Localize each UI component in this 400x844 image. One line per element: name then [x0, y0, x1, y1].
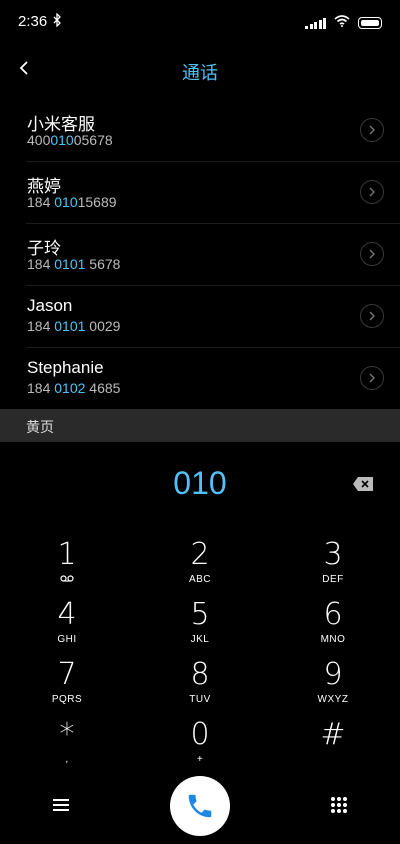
contact-number: 40001005678 [27, 132, 113, 148]
signal-icon [305, 17, 326, 29]
contact-number: 184 0102 4685 [27, 380, 121, 396]
yellow-pages-label: 黄页 [26, 419, 54, 435]
bottom-bar [0, 770, 400, 840]
contact-list: 小米客服 40001005678 燕婷 184 01015689 子玲 184 … [0, 100, 400, 410]
page-title: 通话 [182, 63, 218, 83]
contact-name: Jason [27, 296, 73, 315]
dialed-number: 010 [173, 465, 227, 501]
list-item[interactable]: 子玲 184 0101 5678 [26, 224, 400, 286]
chevron-right-icon [369, 249, 375, 259]
key-3[interactable]: 3 DEF [278, 538, 388, 594]
key-4[interactable]: 4 GHI [12, 598, 122, 654]
header: 通话 [0, 44, 400, 96]
voicemail-icon [12, 574, 122, 585]
list-item[interactable]: Jason 184 0101 0029 [26, 286, 400, 348]
key-0[interactable]: 0 + [145, 718, 255, 774]
yellow-pages-bar[interactable]: 黄页 [0, 409, 400, 442]
status-bar: 2:36 [0, 0, 400, 44]
detail-button[interactable] [360, 366, 384, 390]
wifi-icon [334, 14, 350, 32]
key-8[interactable]: 8 TUV [145, 658, 255, 714]
phone-icon [188, 794, 212, 818]
chevron-right-icon [369, 187, 375, 197]
list-item[interactable]: 小米客服 40001005678 [26, 100, 400, 162]
chevron-right-icon [369, 373, 375, 383]
detail-button[interactable] [360, 304, 384, 328]
list-item[interactable]: Stephanie 184 0102 4685 [26, 348, 400, 410]
key-hash[interactable]: # [278, 718, 388, 774]
contact-number: 184 01015689 [27, 194, 117, 210]
bluetooth-icon [52, 12, 62, 30]
key-2[interactable]: 2 ABC [145, 538, 255, 594]
detail-button[interactable] [360, 180, 384, 204]
contact-number: 184 0101 5678 [27, 256, 121, 272]
detail-button[interactable] [360, 242, 384, 266]
status-time: 2:36 [18, 13, 48, 30]
contact-number: 184 0101 0029 [27, 318, 121, 334]
chevron-right-icon [369, 311, 375, 321]
hamburger-icon [53, 799, 69, 811]
menu-button[interactable] [52, 798, 70, 817]
backspace-icon [353, 477, 373, 491]
key-9[interactable]: 9 WXYZ [278, 658, 388, 714]
dialpad-toggle-button[interactable] [330, 796, 348, 819]
detail-button[interactable] [360, 118, 384, 142]
delete-button[interactable] [352, 476, 374, 497]
chevron-right-icon [369, 125, 375, 135]
key-star[interactable]: *, [12, 718, 122, 774]
list-item[interactable]: 燕婷 184 01015689 [26, 162, 400, 224]
key-1[interactable]: 1 [12, 538, 122, 594]
dialpad-icon [331, 797, 347, 813]
contact-name: Stephanie [27, 358, 104, 377]
call-button[interactable] [170, 776, 230, 836]
key-7[interactable]: 7 PQRS [12, 658, 122, 714]
key-5[interactable]: 5 JKL [145, 598, 255, 654]
key-6[interactable]: 6 MNO [278, 598, 388, 654]
battery-icon [358, 17, 382, 29]
